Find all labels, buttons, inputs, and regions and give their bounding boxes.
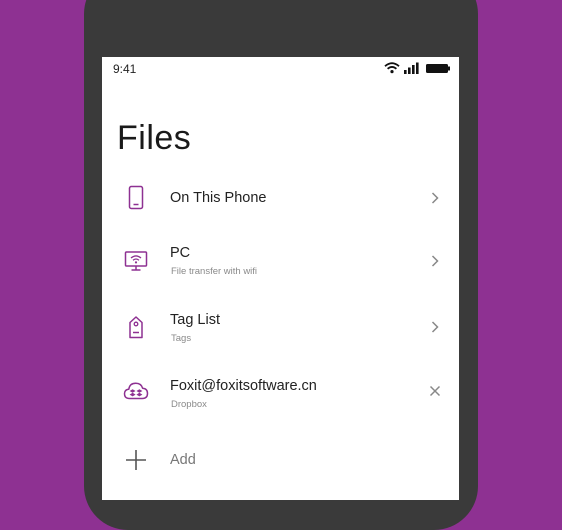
page-title: Files	[117, 119, 192, 157]
add-label: Add	[170, 452, 196, 468]
status-icons	[383, 61, 453, 75]
app-screen: 9:41 Files On This Phone PC File transfe…	[102, 57, 459, 500]
list-item-subtitle: Dropbox	[171, 399, 207, 410]
list-item-label: PC	[170, 245, 191, 261]
signal-icon	[404, 62, 419, 74]
dropbox-cloud-icon	[122, 377, 150, 405]
list-item-tag-list[interactable]: Tag List Tags	[102, 296, 459, 358]
list-item-on-this-phone[interactable]: On This Phone	[102, 167, 459, 229]
close-icon[interactable]	[428, 384, 442, 398]
list-item-subtitle: File transfer with wifi	[171, 266, 258, 277]
list-item-label: Foxit@foxitsoftware.cn	[170, 378, 317, 394]
tag-icon	[122, 313, 150, 341]
chevron-right-icon[interactable]	[428, 191, 442, 205]
list-item-label: Tag List	[170, 312, 220, 328]
list-item-pc[interactable]: PC File transfer with wifi	[102, 230, 459, 292]
list-item-dropbox-account[interactable]: Foxit@foxitsoftware.cn Dropbox	[102, 361, 459, 423]
status-bar: 9:41	[102, 57, 459, 81]
list-item-label: On This Phone	[170, 190, 267, 206]
battery-icon	[426, 64, 450, 73]
add-storage-button[interactable]: Add	[102, 429, 459, 491]
chevron-right-icon[interactable]	[428, 320, 442, 334]
plus-icon	[122, 446, 150, 474]
status-time: 9:41	[113, 62, 137, 76]
monitor-wifi-icon	[122, 247, 150, 275]
phone-icon	[122, 184, 150, 212]
chevron-right-icon[interactable]	[428, 254, 442, 268]
list-item-subtitle: Tags	[171, 333, 192, 344]
wifi-icon	[384, 62, 400, 74]
